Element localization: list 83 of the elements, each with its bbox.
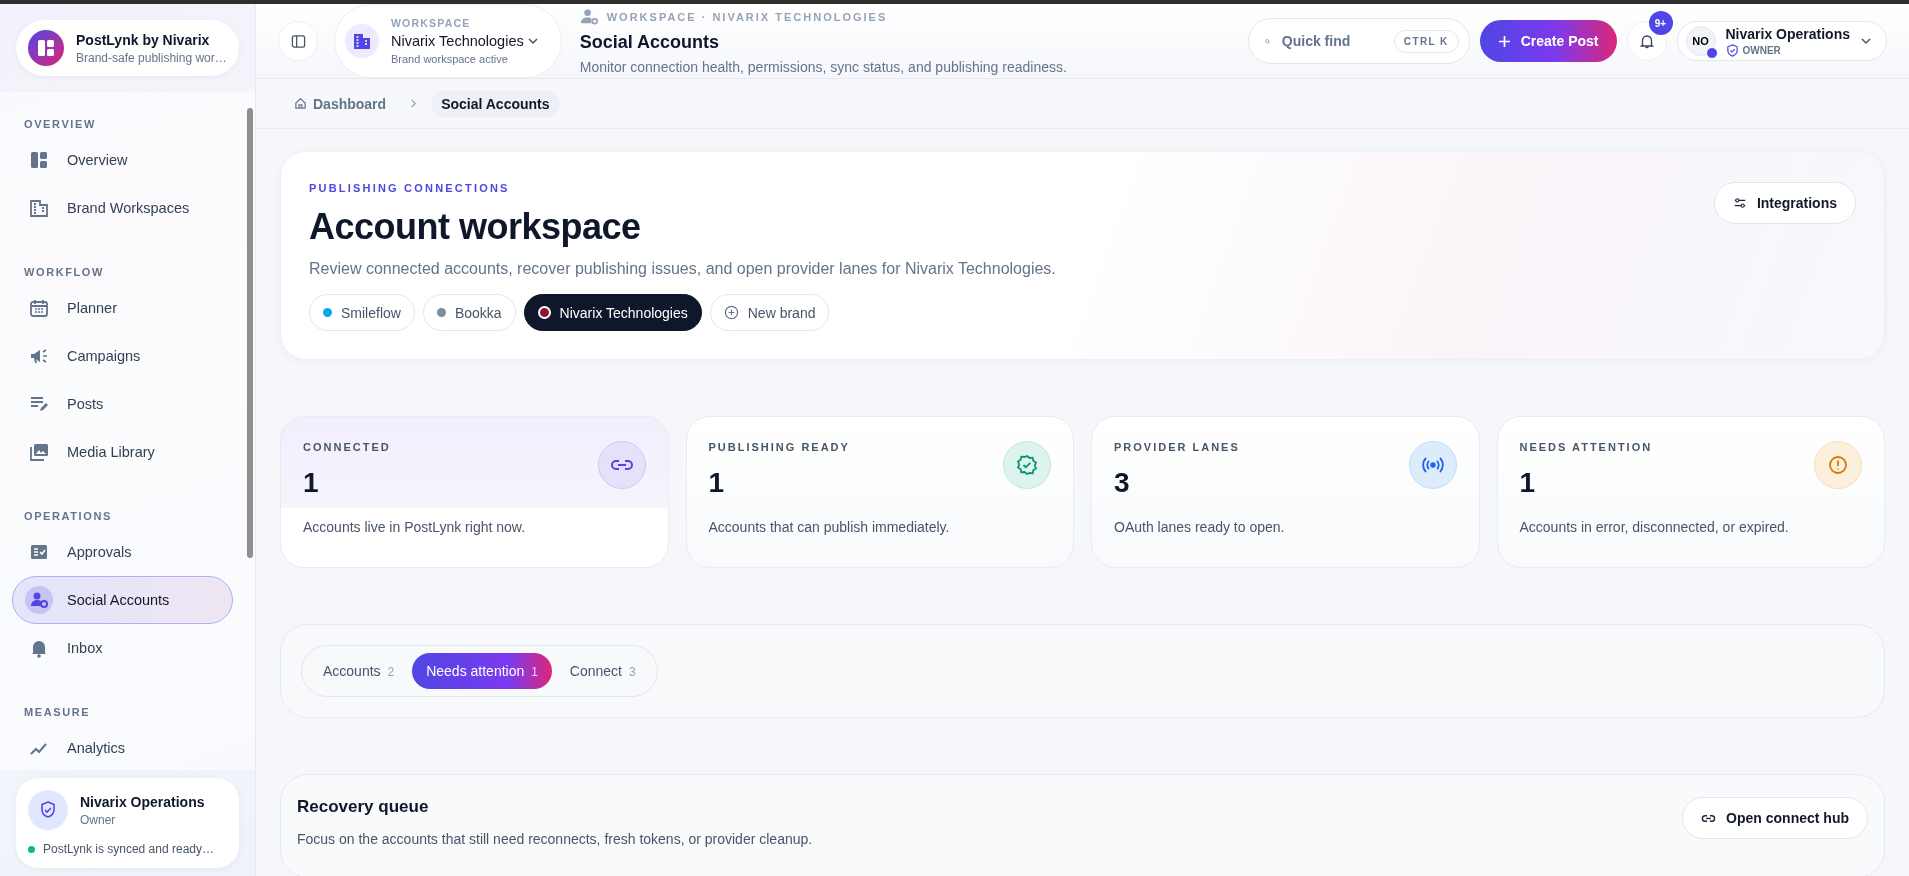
megaphone-icon xyxy=(29,346,49,366)
user-menu[interactable]: NO Nivarix Operations OWNER xyxy=(1676,21,1887,61)
stat-description: Accounts in error, disconnected, or expired. xyxy=(1519,519,1790,535)
tab[interactable]: Connect 3 xyxy=(555,653,650,689)
new-brand-chip[interactable]: New brand xyxy=(709,294,830,331)
image-stack-icon xyxy=(29,442,49,462)
brand-chip[interactable]: Bookka xyxy=(422,294,516,331)
user-gear-icon xyxy=(579,7,599,26)
nav-section-label: OPERATIONS xyxy=(23,509,113,524)
search-input[interactable]: Quick find xyxy=(1279,32,1384,50)
calendar-icon xyxy=(29,298,49,318)
page-context: WORKSPACE · NIVARIX TECHNOLOGIES xyxy=(606,10,888,23)
chevron-down-icon xyxy=(1860,35,1872,47)
link-icon xyxy=(597,441,646,489)
plus-icon xyxy=(1497,34,1511,48)
sidebar-item[interactable]: Social Accounts xyxy=(12,576,233,624)
nav-section-label: MEASURE xyxy=(23,705,92,720)
nav-section-label: OVERVIEW xyxy=(23,117,97,132)
stat-label: CONNECTED xyxy=(303,441,391,453)
account-name: Nivarix Operations xyxy=(80,793,205,810)
bell-icon xyxy=(1638,33,1655,49)
stat-label: PUBLISHING READY xyxy=(708,441,850,453)
page-subtitle: Monitor connection health, permissions, sync status, and publishing readiness. xyxy=(579,59,1067,75)
brand-tagline: Brand-safe publishing wor… xyxy=(76,50,227,65)
user-avatar: NO xyxy=(1685,26,1716,56)
brand-name: PostLynk by Nivarix xyxy=(76,31,211,48)
edit-list-icon xyxy=(29,394,49,414)
chevron-down-icon xyxy=(526,35,539,47)
integrations-button[interactable]: Integrations xyxy=(1713,182,1856,224)
sidebar-item[interactable]: Brand Workspaces xyxy=(12,184,233,232)
recovery-description: Focus on the accounts that still need reconnects, fresh tokens, or provider cleanup. xyxy=(297,831,813,847)
sidebar-item[interactable]: Campaigns xyxy=(12,332,233,380)
notification-count: 9+ xyxy=(1648,11,1673,35)
sidebar-item[interactable]: Media Library xyxy=(12,428,233,476)
stat-value: 1 xyxy=(708,467,726,499)
breadcrumb-link[interactable]: Dashboard xyxy=(284,89,397,118)
stat-value: 1 xyxy=(303,467,320,499)
tab[interactable]: Needs attention 1 xyxy=(412,653,552,689)
section-eyebrow: PUBLISHING CONNECTIONS xyxy=(309,182,511,194)
stat-description: Accounts that can publish immediately. xyxy=(708,519,951,535)
sidebar-item[interactable]: Inbox xyxy=(12,624,233,672)
create-post-button[interactable]: Create Post xyxy=(1479,20,1617,62)
recovery-title: Recovery queue xyxy=(297,797,430,817)
stat-description: OAuth lanes ready to open. xyxy=(1114,519,1286,535)
alert-icon xyxy=(1814,441,1862,489)
sliders-icon xyxy=(1732,196,1747,210)
broadcast-icon xyxy=(1408,441,1457,489)
brand-chip[interactable]: Smileflow xyxy=(309,294,415,331)
nav-section-label: WORKFLOW xyxy=(23,265,105,280)
brand-chip[interactable]: Nivarix Technologies xyxy=(523,294,702,331)
open-connect-hub-button[interactable]: Open connect hub xyxy=(1682,797,1868,839)
shield-icon xyxy=(1725,43,1739,57)
sidebar-item[interactable]: Posts xyxy=(12,380,233,428)
account-role: Owner xyxy=(80,812,117,827)
notifications-button[interactable] xyxy=(1626,21,1667,61)
stat-description: Accounts live in PostLynk right now. xyxy=(303,519,527,535)
badge-check-icon xyxy=(1003,441,1051,489)
stat-value: 3 xyxy=(1114,467,1131,499)
sidebar-toggle-button[interactable] xyxy=(278,21,318,61)
dashboard-icon xyxy=(29,150,49,170)
hero-description: Review connected accounts, recover publishing issues, and open provider lanes for Nivarix Technologies. xyxy=(309,260,1056,278)
user-gear-icon xyxy=(25,586,53,614)
home-icon xyxy=(294,97,307,110)
sidebar-item[interactable]: Planner xyxy=(12,284,233,332)
sidebar-item[interactable]: Approvals xyxy=(12,528,233,576)
breadcrumb-link[interactable]: Social Accounts xyxy=(431,89,560,118)
logo-icon xyxy=(28,30,64,66)
sidebar-item[interactable]: Overview xyxy=(12,136,233,184)
page-title: Social Accounts xyxy=(579,32,721,53)
plus-circle-icon xyxy=(723,305,739,320)
workspace-switcher[interactable]: WORKSPACE Nivarix Technologies Brand workspace active xyxy=(334,4,562,78)
sidebar-icon xyxy=(290,33,306,49)
shield-icon xyxy=(28,790,68,830)
building-icon xyxy=(29,198,49,218)
checklist-icon xyxy=(29,542,49,562)
hero-title: Account workspace xyxy=(309,206,642,248)
sidebar-item[interactable]: Analytics xyxy=(12,724,233,770)
stat-label: NEEDS ATTENTION xyxy=(1519,441,1653,453)
sync-status: PostLynk is synced and ready… xyxy=(43,842,214,856)
stat-value: 1 xyxy=(1519,467,1537,499)
stat-label: PROVIDER LANES xyxy=(1114,441,1240,453)
building-icon xyxy=(345,24,379,58)
tab[interactable]: Accounts 2 xyxy=(309,653,409,689)
